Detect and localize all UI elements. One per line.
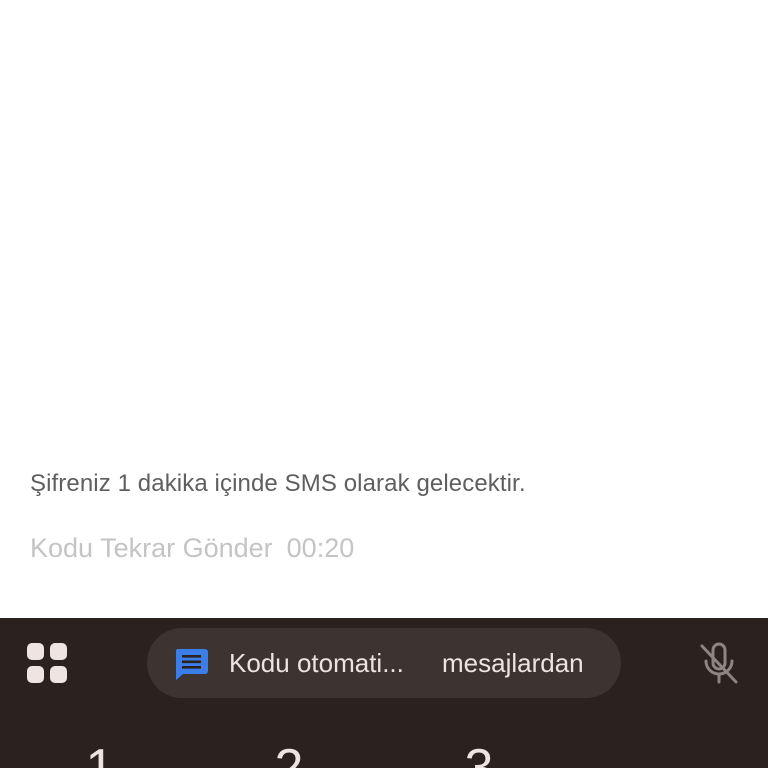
otp-verification-screen: Şifreniz 1 dakika içinde SMS olarak gele… — [0, 0, 768, 768]
content-area: Şifreniz 1 dakika içinde SMS olarak gele… — [0, 0, 768, 618]
apps-grid-icon[interactable] — [26, 642, 68, 684]
key-3[interactable]: 3 — [434, 738, 524, 768]
sms-info-text: Şifreniz 1 dakika içinde SMS olarak gele… — [30, 470, 526, 497]
resend-code-button[interactable]: Kodu Tekrar Gönder — [30, 533, 273, 564]
suggestion-right-text: mesajlardan — [442, 648, 584, 678]
message-icon — [173, 647, 209, 681]
key-2[interactable]: 2 — [244, 738, 334, 768]
countdown-timer: 00:20 — [286, 533, 355, 563]
suggestion-left-text: Kodu otomati... — [229, 648, 404, 678]
resend-row: Kodu Tekrar Gönder 00:20 — [30, 533, 354, 564]
mic-off-icon[interactable] — [697, 642, 741, 686]
key-1[interactable]: 1 — [55, 738, 145, 768]
